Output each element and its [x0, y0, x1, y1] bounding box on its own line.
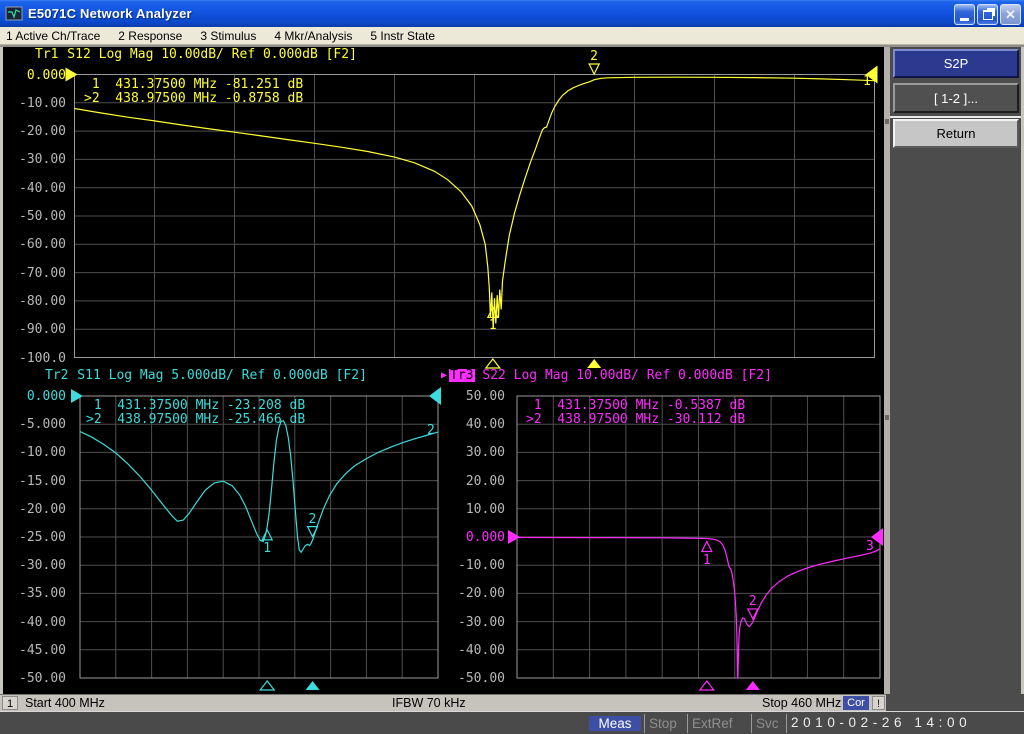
title-bar: E5071C Network Analyzer ✕ — [0, 0, 1024, 27]
y-axis-label: -60.00 — [4, 237, 66, 252]
y-axis-label: -35.00 — [4, 586, 66, 601]
y-axis-label: -30.00 — [4, 558, 66, 573]
trace-tr2-number: 2 — [427, 424, 435, 437]
softkey-separator — [890, 116, 1021, 118]
y-axis-label: -45.00 — [4, 643, 66, 658]
y-axis-label: -100.0 — [4, 351, 66, 366]
marker-1-label: 1 — [263, 542, 271, 555]
marker-readout-row: >2 438.97500 MHz -0.8758 dB — [84, 92, 303, 106]
window-title: E5071C Network Analyzer — [28, 6, 192, 21]
status-separator — [687, 714, 688, 733]
instrument-status-bar: Meas Stop ExtRef Svc 2010-02-26 14:00 — [0, 711, 1024, 734]
status-separator — [786, 714, 787, 733]
marker-readout-row: >2 438.97500 MHz -25.466 dB — [86, 413, 305, 427]
status-bar: 1 Start 400 MHz IFBW 70 kHz Stop 460 MHz… — [0, 694, 886, 711]
y-axis-label: 30.00 — [443, 445, 505, 460]
trace-tr2-header: Tr2 S11 Log Mag 5.000dB/ Ref 0.000dB [F2… — [44, 369, 367, 382]
y-axis-label: -50.00 — [4, 209, 66, 224]
correction-badge: Cor — [843, 696, 869, 710]
y-axis-label: -40.00 — [4, 181, 66, 196]
y-axis-label: -10.00 — [4, 96, 66, 111]
app-icon — [5, 5, 23, 23]
svc-indicator: Svc — [756, 716, 779, 731]
menu-item-response[interactable]: 2 Response — [109, 27, 191, 44]
marker-2-label: 2 — [590, 50, 598, 63]
warning-badge: ! — [872, 696, 885, 710]
window-left-edge — [0, 47, 3, 694]
y-axis-label: -50.00 — [4, 671, 66, 686]
y-axis-label: -90.00 — [4, 322, 66, 337]
extref-indicator: ExtRef — [692, 716, 733, 731]
datetime: 2010-02-26 14:00 — [791, 715, 971, 730]
marker-1-label: 1 — [489, 319, 497, 332]
menu-bar: 1 Active Ch/Trace 2 Response 3 Stimulus … — [0, 27, 1024, 45]
y-axis-label: -20.00 — [443, 586, 505, 601]
trace-tr2-name[interactable]: Tr2 — [44, 369, 69, 382]
menu-item-stimulus[interactable]: 3 Stimulus — [191, 27, 265, 44]
y-axis-label: -20.00 — [4, 124, 66, 139]
marker-2-label: 2 — [749, 595, 757, 608]
minimize-button[interactable] — [954, 4, 975, 25]
close-icon: ✕ — [1005, 8, 1016, 21]
trace-tr3-name[interactable]: Tr3 — [449, 369, 474, 382]
menu-item-active-ch-trace[interactable]: 1 Active Ch/Trace — [0, 27, 109, 44]
y-axis-label: 20.00 — [443, 474, 505, 489]
trace-tr1-header: Tr1 S12 Log Mag 10.00dB/ Ref 0.000dB [F2… — [34, 48, 357, 61]
trace-tr3-format: S22 Log Mag 10.00dB/ Ref 0.000dB [F2] — [475, 369, 772, 382]
y-axis-label: -10.00 — [4, 445, 66, 460]
trace-tr1-number: 1 — [863, 75, 871, 88]
y-axis-label: -5.000 — [4, 417, 66, 432]
y-axis-label: -50.00 — [443, 671, 505, 686]
y-axis-label: -40.00 — [4, 615, 66, 630]
softkey-s2p[interactable]: S2P — [893, 49, 1019, 78]
trace-tr3-header: ▶Tr3 S22 Log Mag 10.00dB/ Ref 0.000dB [F… — [441, 369, 772, 382]
channel-indicator: 1 — [2, 696, 18, 710]
marker-1-label: 1 — [703, 554, 711, 567]
y-axis-label: -15.00 — [4, 474, 66, 489]
y-axis-label: -40.00 — [443, 643, 505, 658]
y-axis-label: -25.00 — [4, 530, 66, 545]
softkey-ports-1-2[interactable]: [ 1-2 ]... — [893, 83, 1019, 113]
marker-readout-row: 1 431.37500 MHz -23.208 dB — [86, 399, 305, 413]
trace-tr2-format: S11 Log Mag 5.000dB/ Ref 0.000dB [F2] — [69, 369, 366, 382]
status-separator — [751, 714, 752, 733]
y-axis-label: 0.000 — [443, 530, 505, 545]
close-button[interactable]: ✕ — [1000, 4, 1021, 25]
meas-indicator: Meas — [589, 716, 641, 731]
active-trace-arrow-icon: ▶ — [441, 369, 447, 382]
softkey-return[interactable]: Return — [893, 119, 1019, 148]
minimize-icon — [960, 18, 969, 21]
trace-tr3-number: 3 — [866, 540, 874, 553]
restore-button[interactable] — [977, 4, 998, 25]
start-frequency: Start 400 MHz — [25, 696, 105, 710]
window-controls: ✕ — [954, 4, 1021, 25]
y-axis-label: -20.00 — [4, 502, 66, 517]
status-separator — [644, 714, 645, 733]
stop-frequency: Stop 460 MHz — [762, 696, 841, 710]
y-axis-label: -80.00 — [4, 294, 66, 309]
panel-gripper[interactable] — [884, 47, 890, 694]
stop-indicator: Stop — [649, 716, 677, 731]
ifbw-readout: IFBW 70 kHz — [392, 696, 466, 710]
y-axis-label: 10.00 — [443, 502, 505, 517]
y-axis-label: 0.000 — [4, 389, 66, 404]
y-axis-label: 40.00 — [443, 417, 505, 432]
softkey-panel: S2P [ 1-2 ]... Return — [884, 47, 1021, 694]
menu-item-mkr-analysis[interactable]: 4 Mkr/Analysis — [265, 27, 361, 44]
menu-item-instr-state[interactable]: 5 Instr State — [361, 27, 444, 44]
marker-readout-row: >2 438.97500 MHz -30.112 dB — [526, 413, 745, 427]
restore-icon — [983, 10, 993, 20]
marker-2-label: 2 — [309, 513, 317, 526]
y-axis-label: -30.00 — [443, 615, 505, 630]
trace-tr1-name[interactable]: Tr1 — [34, 48, 59, 61]
marker-readout-row: 1 431.37500 MHz -81.251 dB — [84, 78, 303, 92]
y-axis-label: 50.00 — [443, 389, 505, 404]
trace-tr1-format: S12 Log Mag 10.00dB/ Ref 0.000dB [F2] — [59, 48, 356, 61]
y-axis-label: -30.00 — [4, 152, 66, 167]
y-axis-label: -70.00 — [4, 266, 66, 281]
marker-readout-row: 1 431.37500 MHz -0.5387 dB — [526, 399, 745, 413]
y-axis-label: -10.00 — [443, 558, 505, 573]
y-axis-label: 0.000 — [4, 68, 66, 83]
status-bar-filler — [886, 694, 1024, 711]
